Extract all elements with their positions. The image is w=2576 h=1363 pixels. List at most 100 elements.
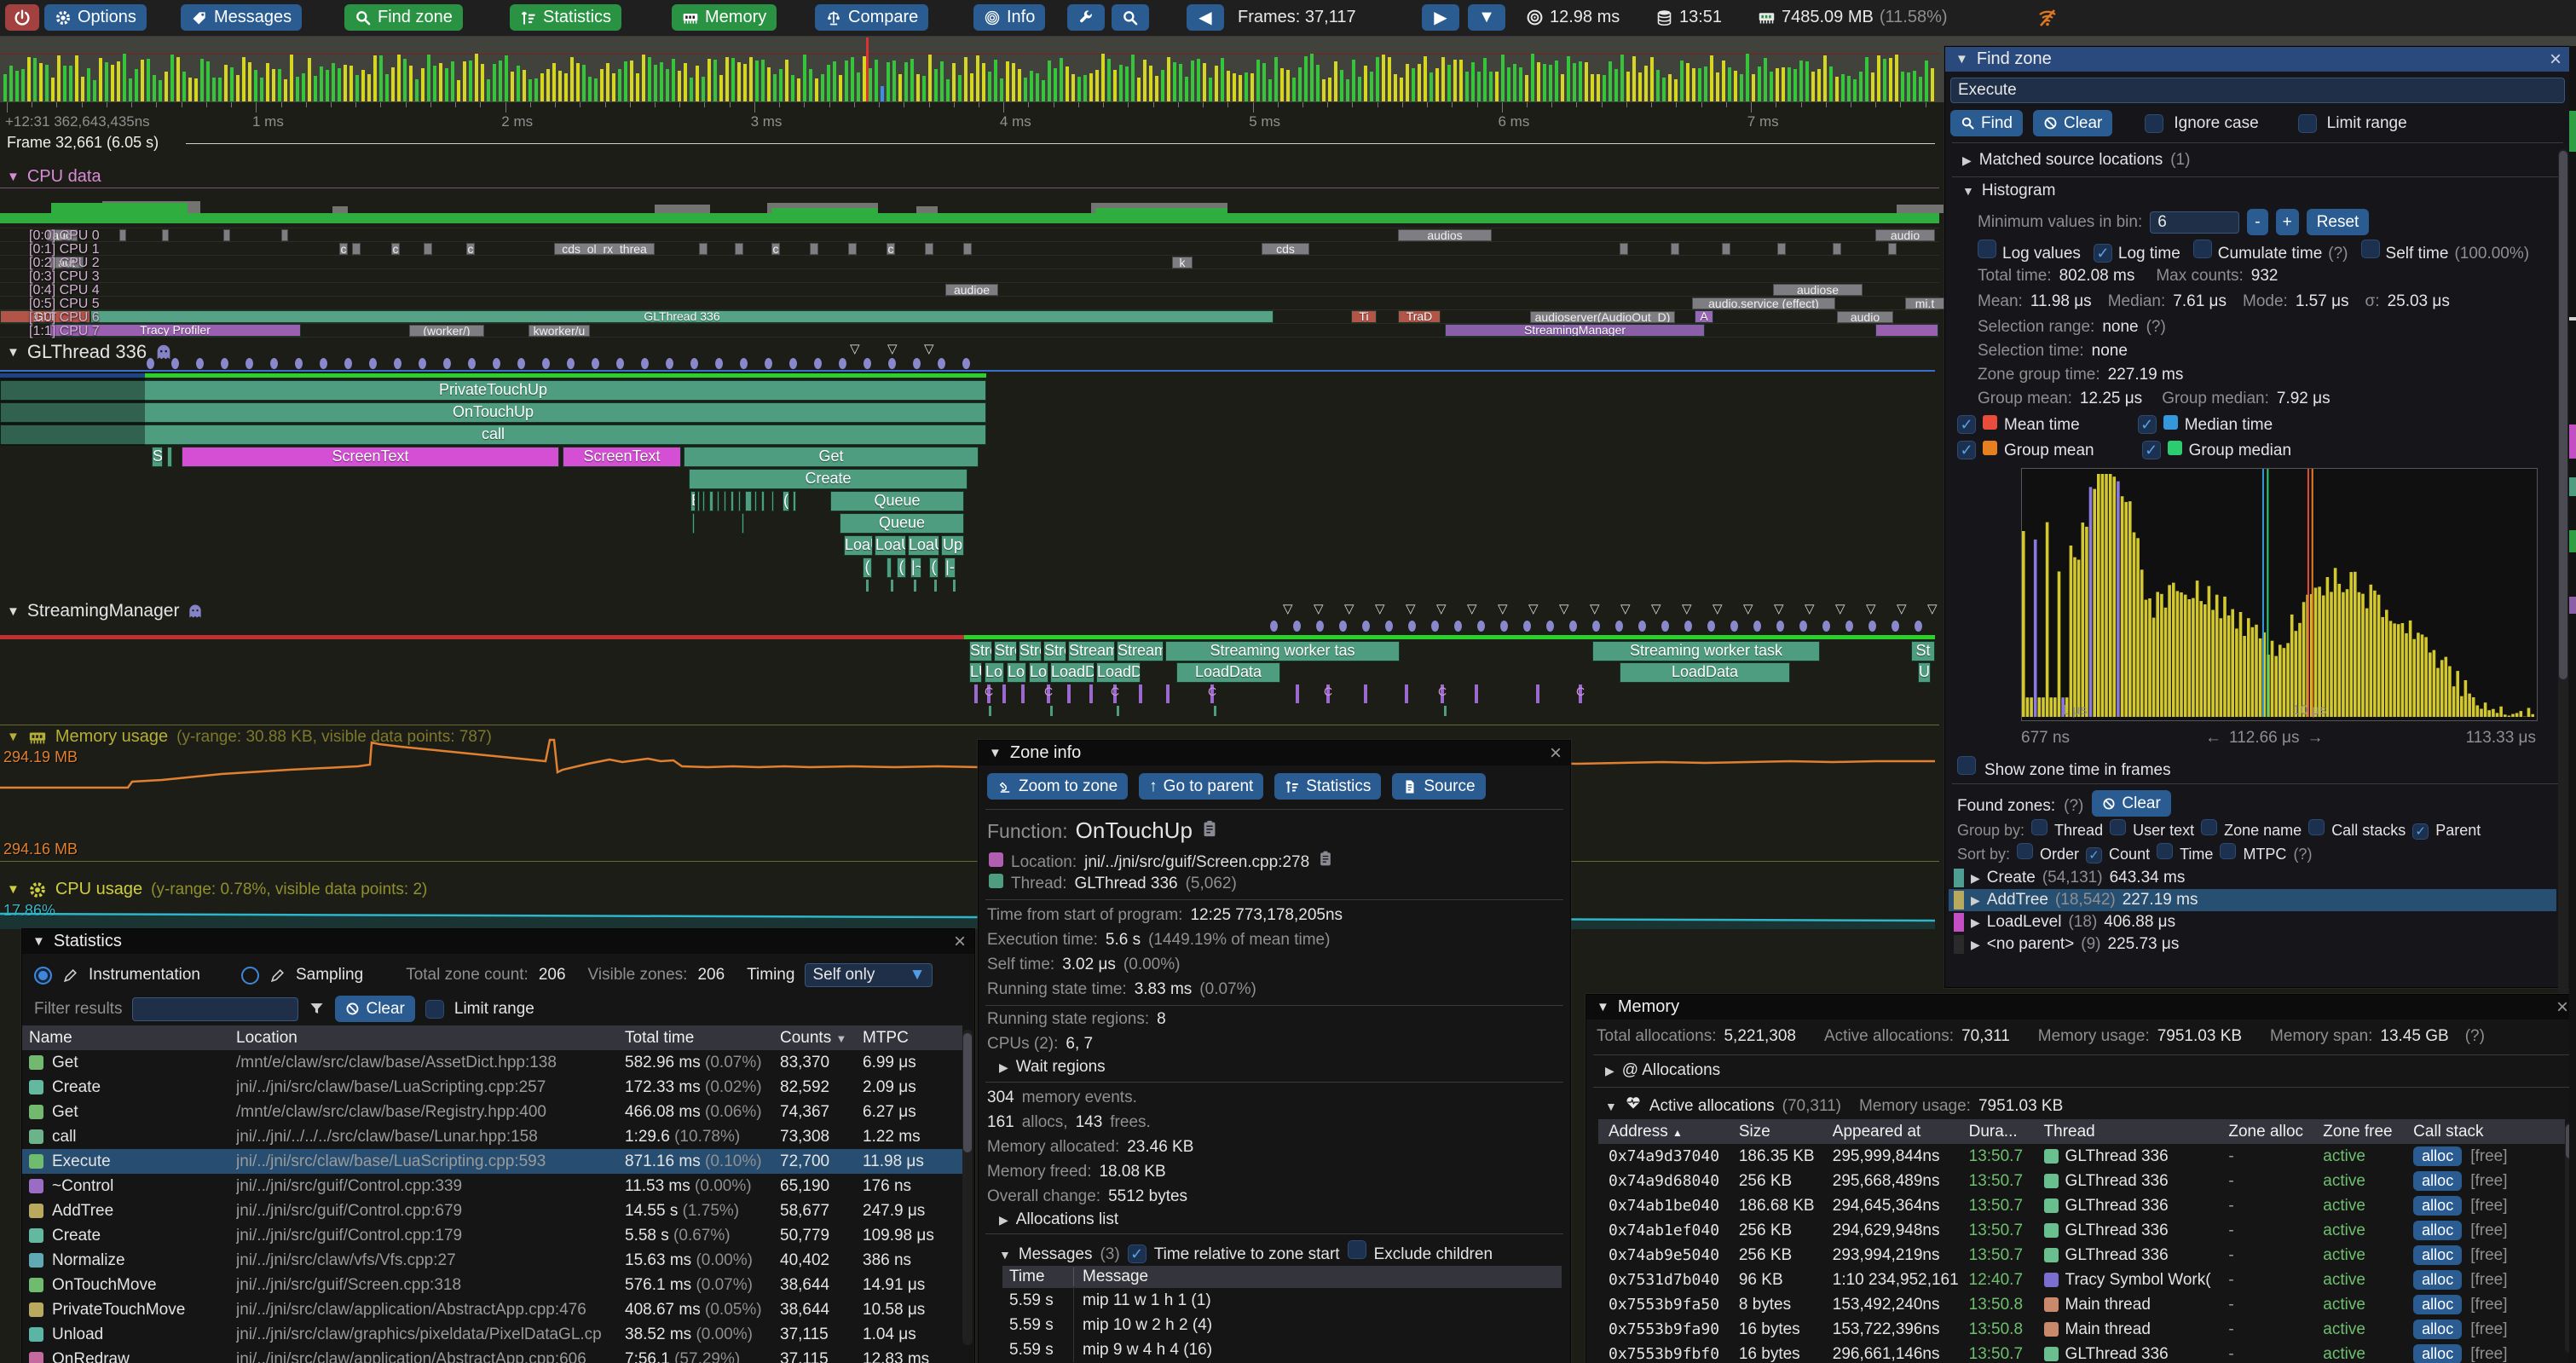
frame-bar[interactable] [934, 69, 938, 101]
message-dot[interactable] [839, 358, 846, 369]
collapsed-marker[interactable]: ▽ [1927, 601, 1938, 616]
message-dot[interactable] [1868, 621, 1876, 632]
frame-bar[interactable] [1495, 72, 1499, 101]
frame-bar[interactable] [779, 69, 783, 101]
timeline-zone[interactable] [167, 447, 172, 467]
frame-bar[interactable] [1513, 64, 1516, 101]
frame-bar[interactable] [1101, 54, 1105, 101]
frame-bar[interactable] [1859, 72, 1863, 101]
cpu-system-block[interactable]: c [391, 243, 400, 255]
frame-bar[interactable] [845, 61, 848, 101]
message-dot[interactable] [171, 358, 179, 369]
frame-bar[interactable] [982, 63, 985, 101]
wait-regions-toggle[interactable]: ▶Wait regions [999, 1058, 1106, 1077]
collapsed-marker[interactable]: ▽ [1682, 601, 1692, 616]
frame-bar[interactable] [218, 78, 222, 101]
frame-bar[interactable] [499, 61, 502, 101]
cpu-system-block[interactable]: audioe [945, 284, 998, 296]
message-dot[interactable] [938, 358, 945, 369]
frame-bar[interactable] [1048, 61, 1051, 101]
frame-bar[interactable] [236, 75, 240, 101]
frame-bar[interactable] [1221, 58, 1224, 101]
message-dot[interactable] [666, 358, 673, 369]
frame-bar[interactable] [1412, 68, 1415, 101]
frame-bar[interactable] [260, 78, 263, 101]
frame-bar[interactable] [666, 69, 669, 101]
scrollbar-thumb[interactable] [963, 1033, 972, 1152]
frame-bar[interactable] [922, 76, 926, 101]
frame-bar[interactable] [1531, 54, 1534, 101]
frame-bar[interactable] [558, 71, 562, 101]
frame-bar[interactable] [1185, 77, 1188, 101]
cpu-system-block[interactable] [963, 243, 972, 255]
frame-bar[interactable] [1012, 63, 1015, 101]
frame-bar[interactable] [916, 74, 920, 101]
source-button[interactable]: Source [1392, 773, 1485, 800]
frame-bar[interactable] [147, 59, 150, 101]
frame-bar[interactable] [9, 66, 13, 101]
message-dot[interactable] [196, 358, 204, 369]
frame-bar[interactable] [719, 75, 723, 101]
message-dot[interactable] [1592, 621, 1600, 632]
found-zone-group[interactable]: ▶ LoadLevel (18) 406.88 μs [1949, 911, 2556, 933]
frame-bar[interactable] [654, 65, 657, 101]
frame-bar[interactable] [1089, 73, 1093, 101]
statistics-row[interactable]: Create jni/../jni/src/claw/base/LuaScrip… [22, 1075, 962, 1100]
frame-bar[interactable] [785, 60, 788, 101]
frame-bar[interactable] [159, 80, 162, 101]
cpu-system-block[interactable]: c [339, 243, 348, 255]
frame-bar[interactable] [946, 79, 950, 101]
message-dot[interactable] [789, 358, 797, 369]
message-dot[interactable] [1431, 621, 1439, 632]
frame-bar[interactable] [1095, 70, 1099, 101]
message-dot[interactable] [1892, 621, 1899, 632]
frame-bar[interactable] [1543, 64, 1546, 101]
cpu-system-block[interactable] [119, 229, 126, 241]
frame-bar[interactable] [1036, 73, 1039, 101]
frame-bar[interactable] [594, 78, 598, 101]
frame-bar[interactable] [170, 55, 174, 101]
streamingmanager-header[interactable]: ▼ StreamingManager [7, 601, 204, 621]
statistics-titlebar[interactable]: ▼Statistics × [22, 929, 974, 954]
collapsed-marker[interactable]: ▽ [1805, 601, 1815, 616]
collapsed-marker[interactable]: ▽ [1498, 601, 1508, 616]
message-dot[interactable] [344, 358, 352, 369]
matched-locations-toggle[interactable]: ▶Matched source locations(1) [1962, 151, 2190, 170]
frame-bar[interactable] [1567, 56, 1570, 101]
frame-bar[interactable] [117, 61, 120, 101]
timeline-zone[interactable]: Streaming worker task [1592, 641, 1820, 661]
statistics-row[interactable]: Execute jni/../jni/src/claw/base/LuaScri… [22, 1149, 962, 1174]
frame-bar[interactable] [1054, 68, 1057, 101]
frame-bar[interactable] [1203, 63, 1206, 101]
frame-bar[interactable] [660, 62, 663, 101]
frame-bar[interactable] [1525, 75, 1528, 101]
timeline-zone[interactable]: PrivateTouchUp [0, 380, 986, 401]
message-dot[interactable] [1385, 621, 1393, 632]
timeline-zone[interactable]: E [690, 491, 696, 511]
frame-bar[interactable] [1889, 58, 1892, 101]
frame-bar[interactable] [708, 59, 711, 101]
messages-toggle[interactable]: ▼Messages(3) ✓Time relative to zone star… [999, 1240, 1493, 1264]
filter-input[interactable] [132, 997, 298, 1021]
frame-bar[interactable] [1537, 62, 1540, 101]
frame-bar[interactable] [1811, 72, 1815, 101]
frame-bar[interactable] [1638, 72, 1642, 101]
group-by-callstacks[interactable] [2308, 819, 2325, 835]
frame-bar[interactable] [1435, 68, 1439, 101]
message-dot[interactable] [221, 358, 228, 369]
frame-bar[interactable] [1143, 60, 1146, 102]
collapsed-marker[interactable]: ▽ [1559, 601, 1569, 616]
frame-bar[interactable] [439, 63, 442, 101]
close-icon[interactable]: × [1550, 742, 1562, 765]
frame-bar[interactable] [1245, 72, 1248, 101]
timeline-zone[interactable]: Strea [1019, 641, 1042, 661]
frame-bar[interactable] [696, 66, 699, 101]
frame-bar[interactable] [1776, 68, 1779, 101]
frame-bar[interactable] [1668, 74, 1672, 101]
alloc-button[interactable]: alloc [2413, 1270, 2462, 1290]
frame-bar[interactable] [409, 66, 413, 101]
frame-bar[interactable] [1382, 55, 1385, 101]
frame-bar[interactable] [69, 66, 72, 101]
frame-bar[interactable] [1907, 72, 1910, 101]
frame-bar[interactable] [1346, 79, 1349, 101]
